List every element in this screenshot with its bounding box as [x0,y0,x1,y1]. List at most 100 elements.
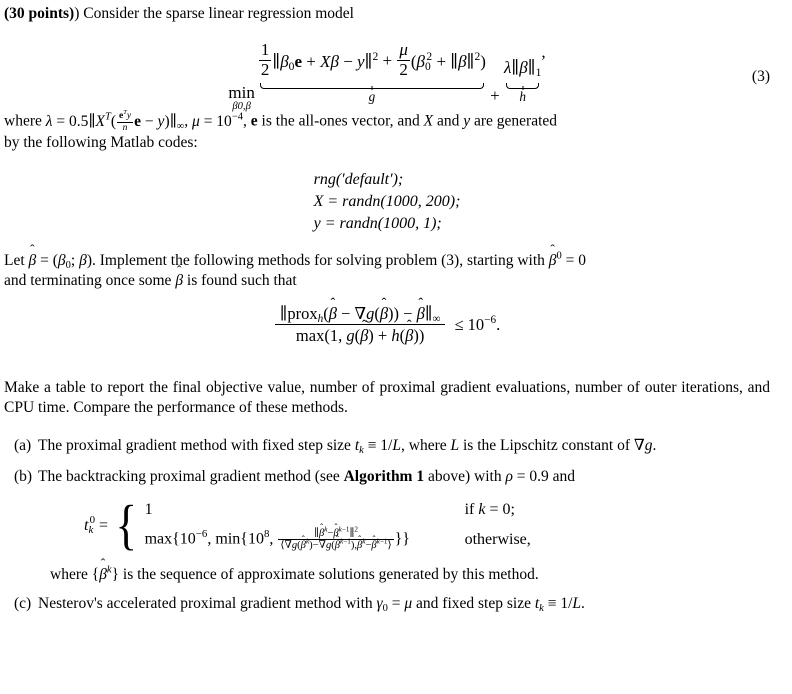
y-symbol: y [463,112,471,130]
e-description: is the all-ones vector, and [261,112,420,130]
plus-sign: + [490,86,500,106]
matlab-code-line-3: y = randn(1000, 1); [313,214,442,232]
mu-definition: μ = 10−4 [192,111,244,130]
underbrace-h-label: h [519,89,526,105]
where-tail: are generated [474,112,558,130]
cases-rows: 1 if k = 0; max{10−6, min{108, ∥̂βk−̂βk−… [145,499,531,552]
equation-number: (3) [751,68,770,86]
item-b-cases-display: tk0 = { 1 if k = 0; max{10−6, min{108, ∥… [38,494,770,556]
and-word: and [436,112,460,130]
eTy-over-n-fraction: eTy n [117,109,134,133]
X-symbol: X [423,112,434,130]
underbrace-g-group: 1 2 ∥β0e + Xβ − y∥2 + μ 2 (β02 + ∥β∥2) g [258,41,486,104]
item-c-text-2: and fixed step size [416,594,531,612]
cases-left-brace: { [115,494,138,556]
equation-3-expression: min β0,β 1 2 ∥β0e + Xβ − y∥2 + μ 2 (β02 + ∥β… [228,41,545,112]
item-c-text-1: Nesterov's accelerated proximal gradient… [38,594,373,612]
n-denominator: n [117,121,134,133]
item-b-trailing-line: where {̂βk} is the sequence of approxima… [38,564,770,585]
mu-half-fraction: μ2 [397,41,410,79]
criterion-numerator: ∥proxh(̂β − ∇g(̂β)) − ̂β∥∞ [279,303,441,325]
eTy-numerator: eTy [119,109,132,122]
matlab-code-block: rng(′default′); X = randn(1000, 200); y … [4,169,770,235]
beta-hat-definition: ̂β = (β0; β). [28,251,96,271]
points-label: (30 points) [4,5,75,22]
equation-comma: , [541,42,546,62]
ridge-term: (β02 + ∥β∥2) [410,49,486,73]
item-b-text-1: The backtracking proximal gradient metho… [38,468,340,486]
bb-denominator: ⟨∇g(̂βk)−∇g(̂βk−1),̂βk−̂βk−1⟩ [278,537,394,552]
criterion-denominator: max(1, g(̂β) + h(̂β)) [274,323,446,345]
item-a-L-symbol: L [450,436,460,454]
matlab-code-lines: rng(′default′); X = randn(1000, 200); y … [314,169,461,235]
cases-row-2-expression: max{10−6, min{108, ∥̂βk−̂βk−1∥2⟨∇g(̂βk)−… [144,525,410,552]
h-expression: λ∥β∥1 [504,57,542,79]
points-paren-close: ) [74,5,80,22]
list-item-c-body: Nesterov's accelerated proximal gradient… [38,594,770,614]
fraction-numerator: 1 [260,40,270,60]
let-word: Let [4,251,25,269]
beta-hat-zero-init: ̂β0 = 0 [548,250,587,269]
terminating-text-b: is found such that [186,272,297,290]
bb-stepsize-fraction: ∥̂βk−̂βk−1∥2⟨∇g(̂βk)−∇g(̂βk−1),̂βk−̂βk−1… [278,526,394,552]
list-item-b-body: The backtracking proximal gradient metho… [38,467,770,585]
terminating-text-a: and terminating once some [4,272,172,290]
make-table-paragraph: Make a table to report the final objecti… [4,378,770,417]
where-lead: where [4,112,42,130]
underbrace-g-label: g [368,89,376,105]
fraction-denominator: 2 [258,59,272,79]
document-page: (30 points)) Consider the sparse linear … [0,0,792,694]
intro-text: Consider the sparse linear regression mo… [83,5,354,22]
min-operator-subscript: β0,β [232,100,251,112]
document-body: (30 points)) Consider the sparse linear … [4,4,770,614]
item-a-text-1: The proximal gradient method with fixed … [38,436,351,454]
underbrace-h-group: λ∥β∥1 h [504,57,541,105]
item-b-where-text: where {̂βk} is the sequence of approxima… [50,564,539,583]
item-b-lead-line: The backtracking proximal gradient metho… [38,467,770,487]
item-a-text-2: where [408,436,447,454]
stopping-criterion-expression: ∥proxh(̂β − ∇g(̂β)) − ̂β∥∞ max(1, g(̂β) … [274,303,501,345]
item-c-gamma-mu: γ0 = μ [376,594,413,614]
mu-denominator: 2 [397,59,410,79]
matlab-code-line-1: rng(′default′); [313,170,404,188]
criterion-relation: ≤ 10−6. [454,313,501,334]
item-b-rho-value: ρ = 0.9 [505,468,549,486]
item-a-gradient-g: ∇g. [633,436,657,454]
algorithm-reference: Algorithm 1 [343,468,425,486]
lambda-definition: λ = 0.5∥XT(eTy n e − y)∥∞ [45,109,185,133]
g-expression: 1 2 ∥β0e + Xβ − y∥2 + μ 2 (β02 + ∥β∥2) [258,40,486,79]
let-text-1: Implement the following methods for solv… [99,251,545,269]
problem-statement-intro: (30 points)) Consider the sparse linear … [4,4,770,24]
item-c-stepsize: tk ≡ 1/L. [534,594,585,614]
e-symbol: e [250,112,258,130]
mu-numerator: μ [399,40,408,60]
equation-3: min β0,β 1 2 ∥β0e + Xβ − y∥2 + μ 2 (β02 + ∥β… [4,41,770,112]
matlab-code-line-2: X = randn(1000, 200); [313,192,461,210]
cases-row-2-condition: otherwise, [464,531,531,549]
list-item-c: (c) Nesterov's accelerated proximal grad… [4,594,770,614]
item-b-text-3: and [552,468,576,486]
list-item-c-label: (c) [14,594,32,612]
terminating-line: and terminating once some ̂β is found su… [4,271,770,291]
where-paragraph: where λ = 0.5∥XT(eTy n e − y)∥∞, μ = 10−4,… [4,109,558,133]
matlab-lead-line: by the following Matlab codes: [4,133,770,153]
cases-lhs: tk0 = [84,513,109,536]
list-item-b: (b) The backtracking proximal gradient m… [4,467,770,585]
cases-row-1: 1 if k = 0; [145,499,531,520]
stopping-criterion-equation: ∥proxh(̂β − ∇g(̂β)) − ̂β∥∞ max(1, g(̂β) … [4,303,770,365]
stepsize-cases-expression: tk0 = { 1 if k = 0; max{10−6, min{108, ∥… [84,494,531,556]
matlab-lead-text: by the following Matlab codes: [4,134,198,152]
list-item-b-label: (b) [14,468,33,486]
cases-construct: { 1 if k = 0; max{10−6, min{108, ∥̂βk−̂β… [113,494,531,556]
min-operator-symbol: min [228,83,255,103]
item-a-text-3: is the Lipschitz constant of [463,436,631,454]
residual-norm-term: ∥β0e + Xβ − y∥2 [272,49,379,73]
min-operator: min β0,β [228,84,254,112]
beta-hat-symbol: ̂β [175,272,184,290]
item-b-text-2: above) with [427,468,502,486]
list-item-a-body: The proximal gradient method with fixed … [38,436,770,456]
criterion-fraction: ∥proxh(̂β − ∇g(̂β)) − ̂β∥∞ max(1, g(̂β) … [274,303,446,345]
underbrace-g-brace [258,80,486,90]
cases-row-1-condition: if k = 0; [464,500,515,518]
item-a-stepsize: tk ≡ 1/L, [354,436,405,456]
